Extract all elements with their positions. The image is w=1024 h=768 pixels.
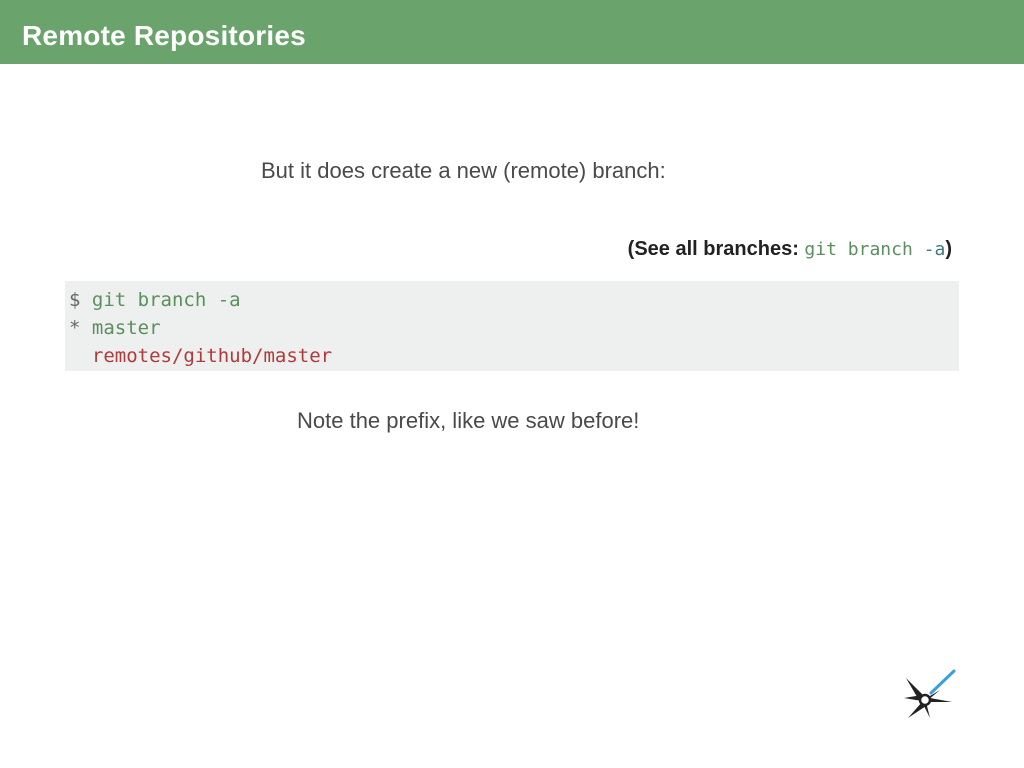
compass-needle: [929, 669, 956, 695]
code-block: $ git branch -a * master remotes/github/…: [65, 281, 959, 371]
remote-branch-name: remotes/github/master: [91, 345, 333, 367]
hint-code: git branch -a: [804, 239, 945, 260]
slide-header: Remote Repositories: [0, 0, 1024, 64]
current-branch-marker: *: [69, 317, 81, 339]
note-text: Note the prefix, like we saw before!: [297, 408, 640, 433]
code-line-local-branch: * master: [69, 314, 963, 342]
shell-command: git branch -a: [91, 289, 241, 311]
hint-label: See all branches:: [634, 238, 799, 260]
compass-star-shape: [904, 678, 952, 718]
hint-code-flag: -a: [923, 239, 946, 260]
intro-text: But it does create a new (remote) branch…: [261, 158, 666, 183]
hint-line: (See all branches: git branch -a): [628, 238, 952, 261]
shell-prompt: $: [69, 289, 81, 311]
code-line-remote-branch: remotes/github/master: [69, 342, 963, 370]
hint-close-paren: ): [945, 238, 952, 260]
compass-star-icon: [904, 669, 956, 718]
local-branch-name: master: [91, 317, 161, 339]
slide-title: Remote Repositories: [22, 20, 306, 51]
code-line-command: $ git branch -a: [69, 286, 963, 314]
hint-code-cmd: git branch: [804, 239, 924, 260]
